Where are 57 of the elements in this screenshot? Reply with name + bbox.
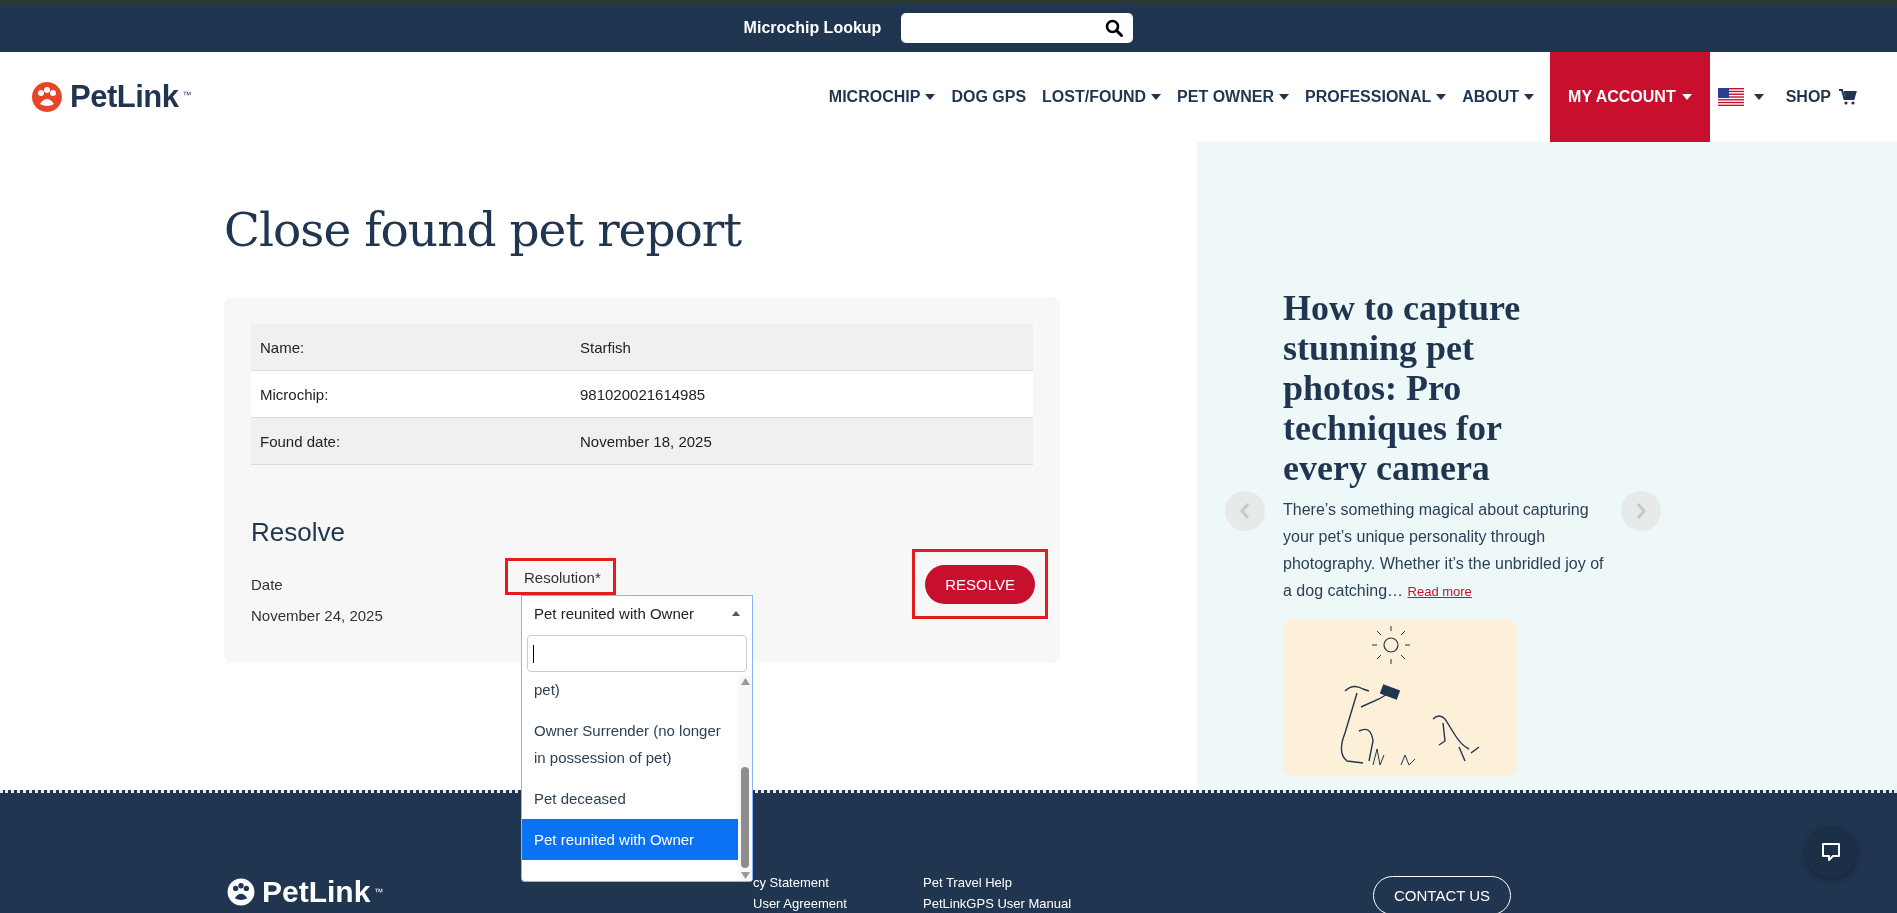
table-cell-text: Microchip: bbox=[259, 385, 330, 403]
section-heading: Resolve bbox=[251, 517, 346, 548]
chevron-right-icon bbox=[1635, 502, 1647, 520]
chevron-left-icon bbox=[1239, 502, 1251, 520]
date-value: November 24, 2025 bbox=[251, 607, 384, 624]
caret-icon bbox=[1524, 94, 1535, 100]
footer-link[interactable]: PetLinkGPS User Manual bbox=[923, 896, 1129, 911]
dropdown-option[interactable]: pet) bbox=[522, 676, 738, 710]
footer-link[interactable]: Pet Travel Help bbox=[923, 875, 1129, 890]
footer-link[interactable]: cy Statement bbox=[753, 875, 923, 890]
cart-icon[interactable] bbox=[1839, 89, 1857, 105]
caret-icon bbox=[925, 94, 936, 100]
shop-link[interactable]: SHOP bbox=[1777, 52, 1839, 142]
caret-icon bbox=[1681, 94, 1692, 100]
nav-item[interactable]: MICROCHIP bbox=[820, 52, 944, 142]
scroll-down-icon[interactable] bbox=[740, 872, 750, 879]
trademark-mark: ™ bbox=[182, 90, 192, 100]
caret-icon bbox=[1278, 94, 1289, 100]
scrollbar[interactable] bbox=[738, 676, 752, 881]
logo-text[interactable]: PetLink bbox=[262, 875, 371, 909]
account-menu[interactable]: MY ACCOUNT bbox=[1550, 52, 1710, 142]
read-more-link[interactable]: Read more bbox=[1407, 584, 1472, 599]
dropdown-option[interactable]: Pet deceased bbox=[522, 778, 738, 819]
dropdown-option[interactable]: Owner Surrender (no longer in possession of pet) bbox=[522, 710, 738, 778]
nav-item[interactable]: LOST/FOUND bbox=[1034, 52, 1170, 142]
chat-bubble-icon bbox=[1819, 840, 1843, 864]
nav-item[interactable]: ABOUT bbox=[1454, 52, 1543, 142]
dropdown-option[interactable]: Pet reunited with Owner bbox=[522, 819, 738, 860]
article-excerpt: There’s something magical about capturing your pet’s unique personality through photography. Whether it’s the unbridled joy of a dog catching… Read more bbox=[1283, 500, 1605, 601]
flag-icon bbox=[1717, 88, 1744, 106]
table-cell: Starfish bbox=[580, 338, 631, 356]
table-cell: November 18, 2025 bbox=[580, 432, 712, 450]
resolution-select[interactable]: Pet reunited with Owner bbox=[521, 595, 753, 631]
article-title[interactable]: How to capture stunning pet photos: Pro techniques for every camera bbox=[1283, 288, 1583, 488]
caret-icon bbox=[1753, 94, 1764, 100]
table-cell-text: Name: bbox=[259, 338, 306, 356]
date-label: Date bbox=[251, 576, 284, 593]
table-cell: 981020021614985 bbox=[580, 385, 706, 403]
nav-item[interactable]: PET OWNER bbox=[1169, 52, 1297, 142]
trademark-mark: ™ bbox=[374, 887, 384, 897]
page-title: Close found pet report bbox=[224, 202, 743, 257]
chat-button[interactable] bbox=[1805, 826, 1857, 878]
caret-icon bbox=[732, 611, 740, 616]
table-cell-text: Found date: bbox=[259, 432, 342, 450]
nav-item[interactable]: DOG GPS bbox=[943, 52, 1035, 142]
scroll-up-icon[interactable] bbox=[740, 678, 750, 685]
logo-text[interactable]: PetLink bbox=[70, 79, 179, 115]
footer-link[interactable]: User Agreement bbox=[753, 896, 923, 911]
field-label: Resolution* bbox=[524, 569, 601, 586]
lookup-label: Microchip Lookup bbox=[743, 18, 882, 37]
caret-icon bbox=[1151, 94, 1162, 100]
search-field[interactable] bbox=[901, 12, 1134, 43]
nav-item[interactable]: PROFESSIONAL bbox=[1296, 52, 1455, 142]
resolve-button[interactable]: RESOLVE bbox=[925, 565, 1035, 604]
dropdown-search-field[interactable] bbox=[527, 635, 747, 672]
caret-icon bbox=[1436, 94, 1447, 100]
search-icon[interactable] bbox=[1105, 18, 1124, 37]
